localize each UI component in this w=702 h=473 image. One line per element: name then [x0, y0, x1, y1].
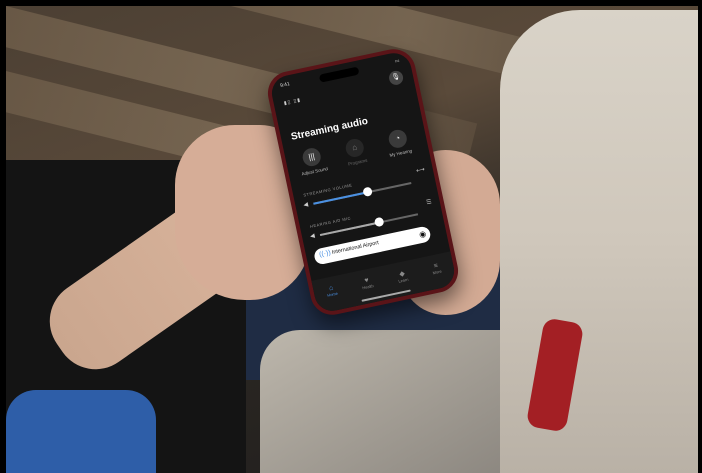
tab-home[interactable]: ⌂ Home [325, 284, 338, 298]
quick-action-label: Programs [347, 157, 368, 167]
dynamic-island [318, 66, 360, 83]
slider-knob[interactable] [373, 216, 385, 228]
hearing-icon: ◔ [387, 128, 409, 150]
tab-label: Home [326, 290, 339, 298]
programs-icon: ⌂ [344, 137, 366, 159]
status-time: 9:41 [279, 81, 291, 90]
battery-icon: ▭ [394, 57, 401, 65]
tab-health[interactable]: ♥ Health [360, 276, 374, 290]
equalizer-icon: ||| [301, 146, 323, 168]
quick-action-label: Adjust Sound [301, 166, 329, 177]
programs-button[interactable]: ⌂ Programs [333, 135, 378, 169]
hearing-aid-indicator: ▮▯ ▯▮ [283, 97, 302, 107]
volume-icon: ◀ [309, 233, 316, 241]
slider-knob[interactable] [362, 186, 373, 198]
tab-learn[interactable]: ◆ Learn [396, 268, 409, 283]
tab-label: More [432, 268, 443, 276]
image-border [0, 0, 6, 473]
record-icon[interactable]: ◉ [418, 229, 427, 240]
sofa-cushion [260, 330, 520, 473]
image-border [0, 0, 702, 6]
my-hearing-button[interactable]: ◔ My Hearing [376, 126, 421, 160]
link-icon[interactable]: ⟷ [416, 166, 426, 175]
adjust-sound-button[interactable]: ||| Adjust Sound [290, 144, 335, 178]
microphone-icon[interactable]: 🎙 [387, 69, 405, 87]
broadcast-icon: ((·)) [318, 249, 332, 259]
quick-action-label: My Hearing [389, 148, 413, 158]
tab-label: Learn [397, 276, 409, 284]
volume-icon: ◀ [303, 201, 309, 209]
tab-more[interactable]: ≡ More [431, 262, 443, 276]
photo-scene: 9:41 ▭ ▮▯ ▯▮ 🎙 Streaming audio ||| Adjus… [0, 0, 702, 473]
balance-icon[interactable]: ☰ [426, 198, 433, 206]
hearing-aid-label: HEARING AID MIC [309, 215, 352, 229]
tab-label: Health [361, 283, 375, 291]
location-label: International Airport [331, 240, 380, 256]
blue-sleeve [6, 390, 156, 473]
image-border [698, 0, 702, 473]
streaming-volume-slider[interactable] [313, 182, 412, 205]
